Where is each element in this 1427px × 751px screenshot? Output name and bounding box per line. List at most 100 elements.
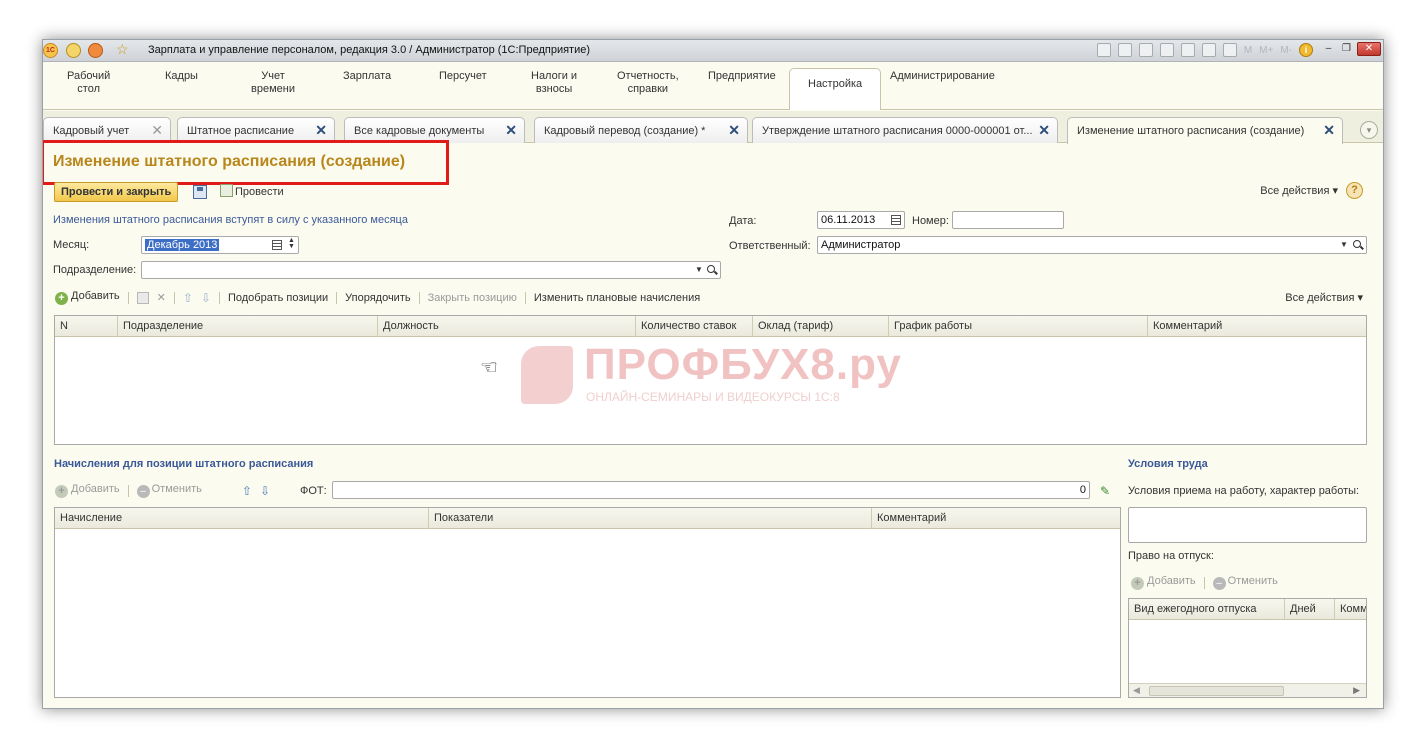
section-taxes[interactable]: Налоги и взносы [531, 70, 577, 96]
calendar-icon[interactable] [272, 240, 282, 250]
scroll-left-icon[interactable]: ◀ [1133, 685, 1140, 696]
column-header[interactable]: Вид ежегодного отпуска [1129, 599, 1285, 620]
section-administration[interactable]: Администрирование [890, 70, 995, 83]
section-time[interactable]: Учет времени [251, 70, 295, 96]
fot-value: 0 [1079, 484, 1086, 496]
print-icon[interactable] [1096, 43, 1111, 57]
tab-change-schedule[interactable]: Изменение штатного расписания (создание)… [1067, 117, 1343, 144]
hire-conditions-field[interactable] [1128, 507, 1367, 543]
move-down-icon[interactable]: ⇩ [201, 291, 211, 305]
info-icon[interactable]: i [1299, 43, 1313, 57]
cancel-leave-button[interactable]: – Отменить [1212, 575, 1278, 590]
number-field[interactable] [952, 211, 1064, 229]
month-field[interactable]: Декабрь 2013 ▲ ▼ [141, 236, 299, 254]
section-reports[interactable]: Отчетность, справки [617, 70, 679, 96]
column-header[interactable]: Показатели [429, 508, 872, 529]
column-header[interactable]: График работы [889, 316, 1148, 337]
search-icon[interactable] [707, 265, 715, 273]
app-logo-icon[interactable]: 1С [43, 43, 58, 58]
app-window: 1С ☆ Зарплата и управление персоналом, р… [42, 39, 1384, 709]
column-header[interactable]: Комм [1335, 599, 1366, 620]
sort-button[interactable]: Упорядочить [345, 292, 410, 304]
chevron-down-icon[interactable]: ▼ [695, 265, 703, 274]
favorites-star-icon[interactable]: ☆ [116, 41, 129, 58]
memory-m-minus[interactable]: M- [1280, 45, 1292, 56]
section-enterprise[interactable]: Предприятие [708, 70, 776, 83]
tabs-more-icon[interactable]: ▾ [1360, 121, 1378, 139]
post-button[interactable]: Провести [220, 184, 284, 198]
calendar-icon[interactable] [891, 215, 901, 225]
post-and-close-button[interactable]: Провести и закрыть [54, 182, 179, 202]
close-tab-icon[interactable]: ✕ [1323, 122, 1335, 139]
history-list-icon[interactable] [1180, 43, 1195, 57]
section-desktop[interactable]: Рабочий стол [67, 70, 110, 96]
column-header[interactable]: Дней [1285, 599, 1335, 620]
section-personal-records[interactable]: Персучет [439, 70, 487, 83]
copy-icon[interactable] [136, 291, 149, 304]
add-leave-button[interactable]: + Добавить [1131, 575, 1196, 590]
save-icon[interactable] [193, 185, 207, 199]
section-hr[interactable]: Кадры [165, 70, 198, 83]
column-header[interactable]: N [55, 316, 118, 337]
month-value: Декабрь 2013 [145, 239, 220, 251]
move-up-icon[interactable]: ⇧ [242, 484, 252, 498]
close-window-icon[interactable]: ✕ [1357, 42, 1381, 56]
favorite-add-icon[interactable] [1159, 43, 1174, 57]
calendar-icon[interactable] [1222, 43, 1237, 57]
add-icon: + [55, 485, 68, 498]
change-accruals-button[interactable]: Изменить плановые начисления [534, 292, 700, 304]
section-salary[interactable]: Зарплата [343, 70, 391, 83]
restore-icon[interactable]: ❐ [1339, 42, 1354, 56]
date-field[interactable]: 06.11.2013 [817, 211, 905, 229]
scroll-right-icon[interactable]: ▶ [1353, 685, 1360, 696]
column-header[interactable]: Комментарий [872, 508, 1120, 529]
edit-pencil-icon[interactable]: ✎ [1100, 484, 1110, 498]
memory-m-plus[interactable]: M+ [1259, 45, 1273, 56]
month-spin-icon[interactable]: ▲ ▼ [288, 237, 295, 250]
move-up-icon[interactable]: ⇧ [183, 291, 193, 305]
main-menu-icon[interactable] [66, 43, 81, 58]
horizontal-scrollbar[interactable]: ◀ ▶ [1129, 683, 1366, 697]
all-actions-menu[interactable]: Все действия ▾ [1260, 184, 1338, 197]
cancel-accrual-button[interactable]: – Отменить [136, 483, 202, 498]
close-tab-icon[interactable]: ✕ [1038, 122, 1050, 139]
delete-icon[interactable]: ✕ [157, 291, 166, 304]
column-header[interactable]: Комментарий [1148, 316, 1366, 337]
close-tab-icon[interactable]: ✕ [728, 122, 740, 139]
department-field[interactable]: ▼ [141, 261, 721, 279]
fot-field[interactable]: 0 [332, 481, 1090, 499]
column-header[interactable]: Начисление [55, 508, 429, 529]
pick-positions-button[interactable]: Подобрать позиции [228, 292, 328, 304]
add-accrual-button[interactable]: + Добавить [55, 483, 120, 498]
close-position-button[interactable]: Закрыть позицию [428, 292, 517, 304]
leave-table[interactable]: Вид ежегодного отпуска Дней Комм ◀ ▶ [1128, 598, 1367, 698]
calculator-icon[interactable] [1201, 43, 1216, 57]
add-position-button[interactable]: + Добавить [55, 290, 120, 305]
chevron-down-icon[interactable]: ▼ [1340, 240, 1348, 249]
move-down-icon[interactable]: ⇩ [260, 484, 270, 498]
minimize-icon[interactable]: – [1321, 42, 1336, 56]
column-header[interactable]: Количество ставок [636, 316, 753, 337]
post-icon [220, 184, 233, 197]
search-icon[interactable] [1353, 240, 1361, 248]
close-tab-icon[interactable]: ✕ [505, 122, 517, 139]
column-header[interactable]: Оклад (тариф) [753, 316, 889, 337]
close-tab-icon[interactable]: ✕ [151, 122, 163, 139]
column-header[interactable]: Должность [378, 316, 636, 337]
positions-all-actions-menu[interactable]: Все действия ▾ [1285, 291, 1363, 304]
close-tab-icon[interactable]: ✕ [315, 122, 327, 139]
memory-m[interactable]: M [1244, 45, 1252, 56]
tab-approve-schedule[interactable]: Утверждение штатного расписания 0000-000… [752, 117, 1058, 143]
section-settings[interactable]: Настройка [789, 68, 882, 110]
column-header[interactable]: Подразделение [118, 316, 378, 337]
help-icon[interactable]: ? [1346, 182, 1363, 199]
link-icon[interactable] [1117, 43, 1132, 57]
history-icon[interactable] [88, 43, 103, 58]
find-icon[interactable] [1138, 43, 1153, 57]
tab-transfer-create[interactable]: Кадровый перевод (создание) * ✕ [534, 117, 748, 143]
accruals-table[interactable]: Начисление Показатели Комментарий [54, 507, 1121, 698]
cancel-label: Отменить [151, 483, 202, 495]
responsible-field[interactable]: Администратор ▼ [817, 236, 1367, 254]
scroll-thumb[interactable] [1149, 686, 1284, 696]
accruals-heading: Начисления для позиции штатного расписан… [54, 458, 314, 470]
